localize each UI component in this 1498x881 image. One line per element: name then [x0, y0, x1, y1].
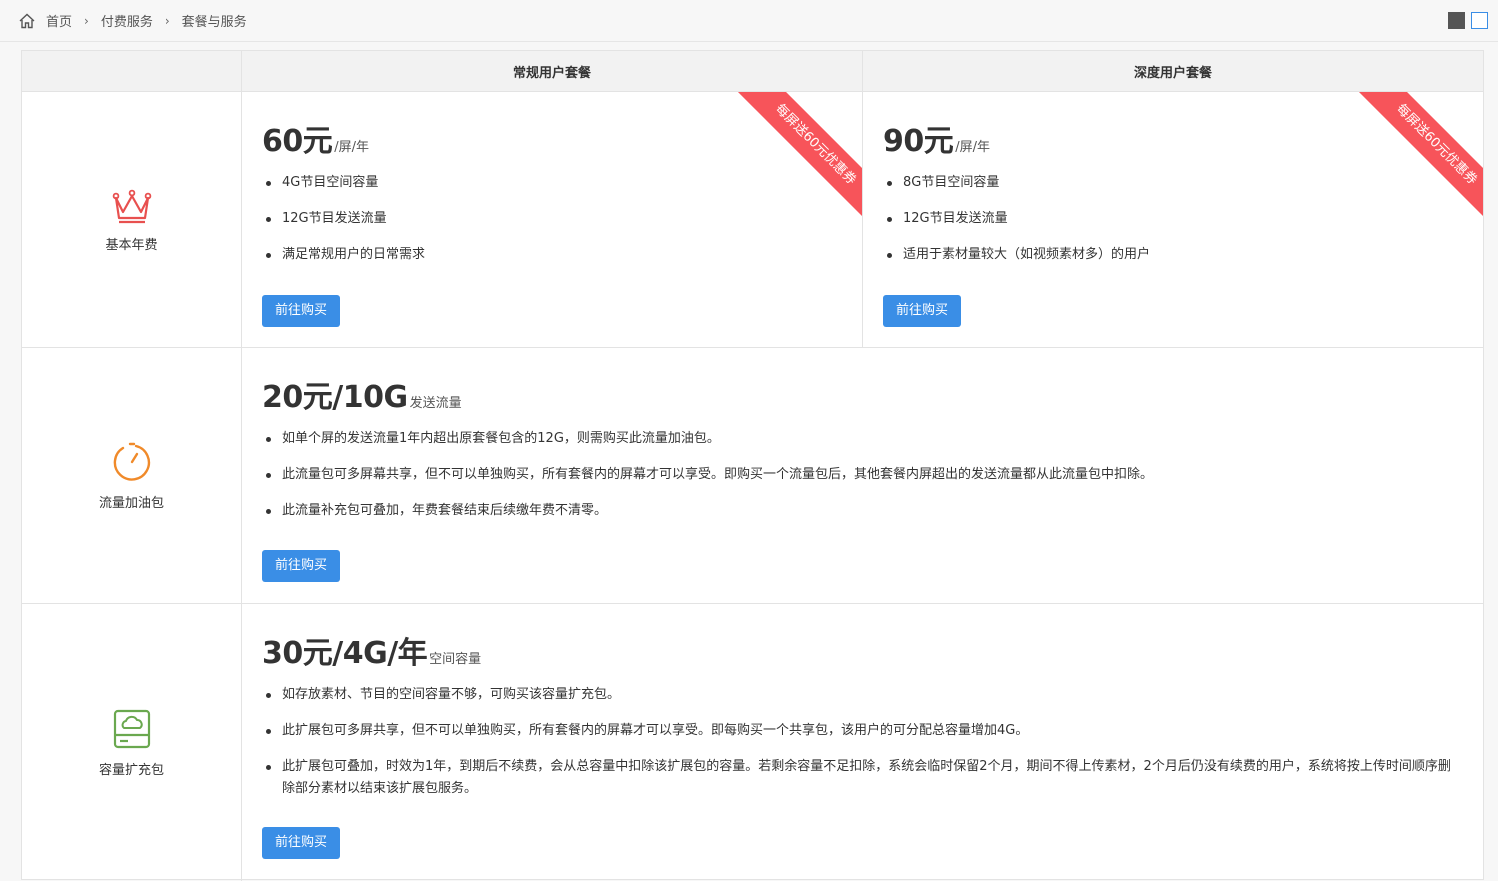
feature-item: 此流量补充包可叠加，年费套餐结束后续缴年费不清零。	[262, 500, 1462, 522]
row-label-traffic: 流量加油包	[22, 348, 241, 603]
feature-item: 12G节目发送流量	[883, 208, 1443, 230]
regular-plan-features: 4G节目空间容量 12G节目发送流量 满足常规用户的日常需求	[262, 172, 822, 280]
view-toggle	[1448, 12, 1488, 29]
regular-plan-price: 60元/屏/年	[262, 116, 369, 160]
price-value: 90元	[883, 124, 954, 159]
buy-regular-button[interactable]: 前往购买	[262, 295, 340, 327]
view-light-icon[interactable]	[1471, 12, 1488, 29]
feature-item: 如单个屏的发送流量1年内超出原套餐包含的12G，则需购买此流量加油包。	[262, 428, 1462, 450]
breadcrumb-separator-icon: ›	[84, 13, 89, 28]
feature-item: 12G节目发送流量	[262, 208, 822, 230]
breadcrumb-current: 套餐与服务	[181, 15, 247, 30]
price-unit: 发送流量	[409, 396, 462, 411]
row-label-text: 基本年费	[105, 238, 158, 253]
feature-item: 此扩展包可多屏共享，但不可以单独购买，所有套餐内的屏幕才可以享受。即每购买一个共…	[262, 720, 1462, 742]
breadcrumb-separator-icon: ›	[164, 13, 170, 28]
row-label-storage: 容量扩充包	[22, 604, 241, 881]
feature-item: 此流量包可多屏幕共享，但不可以单独购买，所有套餐内的屏幕才可以享受。即购买一个流…	[262, 464, 1462, 486]
top-bar: 首页 › 付费服务 › 套餐与服务	[0, 0, 1498, 42]
feature-item: 适用于素材量较大（如视频素材多）的用户	[883, 244, 1443, 266]
price-unit: 空间容量	[429, 652, 482, 667]
feature-item: 8G节目空间容量	[883, 172, 1443, 194]
crown-icon	[112, 189, 151, 224]
home-icon[interactable]	[18, 12, 36, 30]
buy-deep-button[interactable]: 前往购买	[883, 295, 961, 327]
feature-item: 此扩展包可叠加，时效为1年，到期后不续费，会从总容量中扣除该扩展包的容量。若剩余…	[262, 756, 1462, 800]
traffic-pack-price: 20元/10G 发送流量	[262, 372, 462, 416]
header-deep-plan: 深度用户套餐	[863, 51, 1483, 92]
deep-plan-cell: 每屏送60元优惠券 90元/屏/年 8G节目空间容量 12G节目发送流量 适用于…	[863, 92, 1483, 347]
traffic-pack-features: 如单个屏的发送流量1年内超出原套餐包含的12G，则需购买此流量加油包。 此流量包…	[262, 428, 1462, 536]
storage-pack-price: 30元/4G/年 空间容量	[262, 628, 481, 672]
regular-plan-cell: 每屏送60元优惠券 60元/屏/年 4G节目空间容量 12G节目发送流量 满足常…	[242, 92, 862, 347]
price-unit: /屏/年	[955, 140, 991, 155]
timer-icon	[113, 442, 150, 481]
view-dark-icon[interactable]	[1448, 12, 1465, 29]
feature-item: 如存放素材、节目的空间容量不够，可购买该容量扩充包。	[262, 684, 1462, 706]
pricing-table: 常规用户套餐 深度用户套餐 基本年费 每屏送60元优惠券 60元/屏/年 4G节…	[21, 50, 1484, 881]
price-value: 20元/10G	[262, 380, 408, 415]
price-unit: /屏/年	[334, 140, 370, 155]
row-label-text: 容量扩充包	[98, 763, 164, 778]
deep-plan-features: 8G节目空间容量 12G节目发送流量 适用于素材量较大（如视频素材多）的用户	[883, 172, 1443, 280]
price-value: 30元/4G/年	[262, 636, 428, 671]
row-label-annual: 基本年费	[22, 92, 241, 347]
breadcrumb: 首页 › 付费服务 › 套餐与服务	[18, 11, 247, 30]
breadcrumb-paid-services[interactable]: 付费服务	[101, 11, 153, 30]
storage-pack-cell: 30元/4G/年 空间容量 如存放素材、节目的空间容量不够，可购买该容量扩充包。 …	[242, 604, 1483, 881]
traffic-pack-cell: 20元/10G 发送流量 如单个屏的发送流量1年内超出原套餐包含的12G，则需购买…	[242, 348, 1483, 603]
feature-item: 4G节目空间容量	[262, 172, 822, 194]
row-label-text: 流量加油包	[98, 496, 164, 511]
header-regular-plan: 常规用户套餐	[242, 51, 862, 92]
feature-item: 满足常规用户的日常需求	[262, 244, 822, 266]
breadcrumb-home[interactable]: 首页	[46, 11, 72, 30]
price-value: 60元	[262, 124, 333, 159]
deep-plan-price: 90元/屏/年	[883, 116, 990, 160]
header-empty-cell	[22, 51, 241, 92]
buy-storage-button[interactable]: 前往购买	[262, 827, 340, 859]
buy-traffic-button[interactable]: 前往购买	[262, 550, 340, 582]
storage-pack-features: 如存放素材、节目的空间容量不够，可购买该容量扩充包。 此扩展包可多屏共享，但不可…	[262, 684, 1462, 814]
cloud-disk-icon	[113, 709, 150, 749]
